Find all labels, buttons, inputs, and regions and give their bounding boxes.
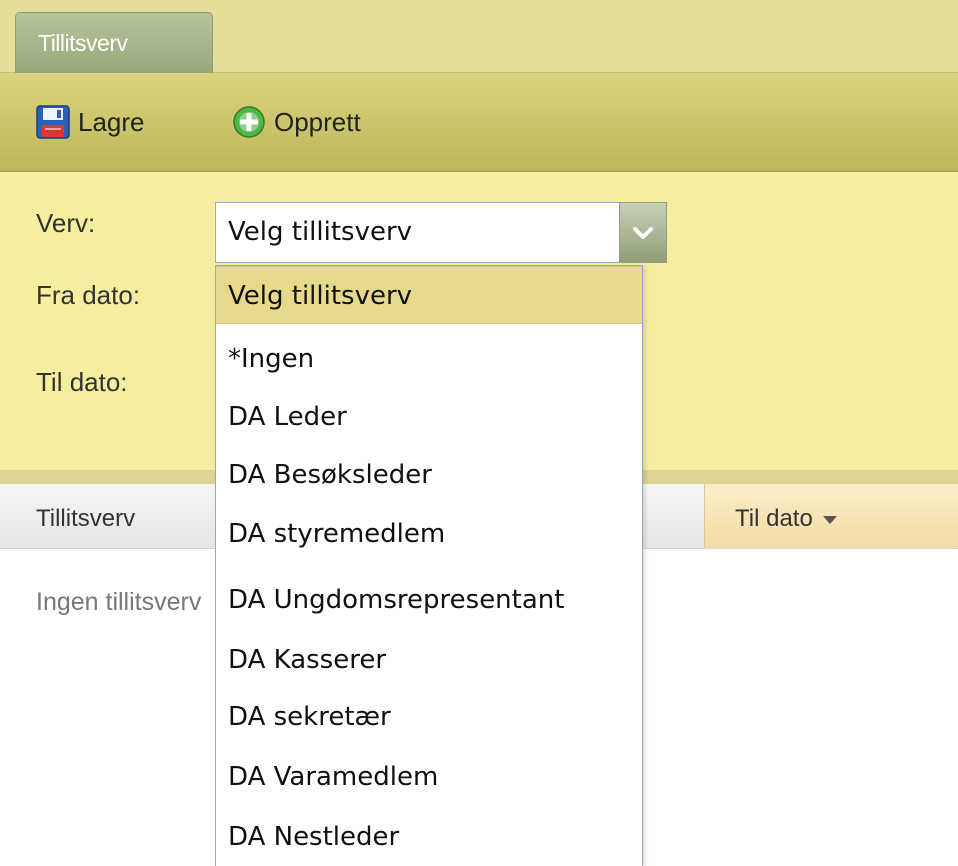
verv-combobox[interactable]: Velg tillitsverv <box>215 202 667 263</box>
dropdown-item[interactable]: DA Varamedlem <box>216 748 642 806</box>
column-header-til-dato[interactable]: Til dato <box>704 484 958 548</box>
dropdown-item[interactable]: DA sekretær <box>216 688 642 746</box>
chevron-down-icon <box>633 226 653 239</box>
create-button[interactable]: Opprett <box>232 103 361 141</box>
dropdown-item[interactable]: DA Ungdomsrepresentant <box>216 571 642 629</box>
save-button-label: Lagre <box>78 106 145 137</box>
dropdown-item[interactable]: DA Nestleder <box>216 808 642 866</box>
verv-label: Verv: <box>36 208 96 238</box>
verv-dropdown-list: Velg tillitsverv *Ingen DA Leder DA Besø… <box>215 265 643 866</box>
dropdown-item[interactable]: DA Leder <box>216 388 642 446</box>
create-button-label: Opprett <box>274 106 361 137</box>
dropdown-item[interactable]: *Ingen <box>216 330 642 388</box>
fra-dato-label: Fra dato: <box>36 280 141 310</box>
save-button[interactable]: Lagre <box>36 103 145 141</box>
sort-descending-icon <box>822 515 837 524</box>
verv-select-input[interactable]: Velg tillitsverv <box>215 202 619 263</box>
tab-bar: Tillitsverv <box>0 0 958 73</box>
verv-dropdown-trigger[interactable] <box>619 202 667 263</box>
dropdown-item[interactable]: DA styremedlem <box>216 505 642 563</box>
dropdown-item[interactable]: DA Besøksleder <box>216 446 642 504</box>
toolbar: Lagre Opprett <box>0 73 958 172</box>
til-dato-label: Til dato: <box>36 367 128 397</box>
plus-circle-icon <box>233 106 265 138</box>
grid-empty-text: Ingen tillitsverv <box>36 588 202 616</box>
floppy-disk-icon <box>36 105 70 139</box>
column-header-tillitsverv[interactable]: Tillitsverv <box>36 484 135 548</box>
dropdown-item[interactable]: Velg tillitsverv <box>216 266 642 324</box>
dropdown-item[interactable]: DA Kasserer <box>216 631 642 689</box>
column-header-til-dato-label: Til dato <box>735 505 813 532</box>
tab-tillitsverv[interactable]: Tillitsverv <box>15 12 213 73</box>
